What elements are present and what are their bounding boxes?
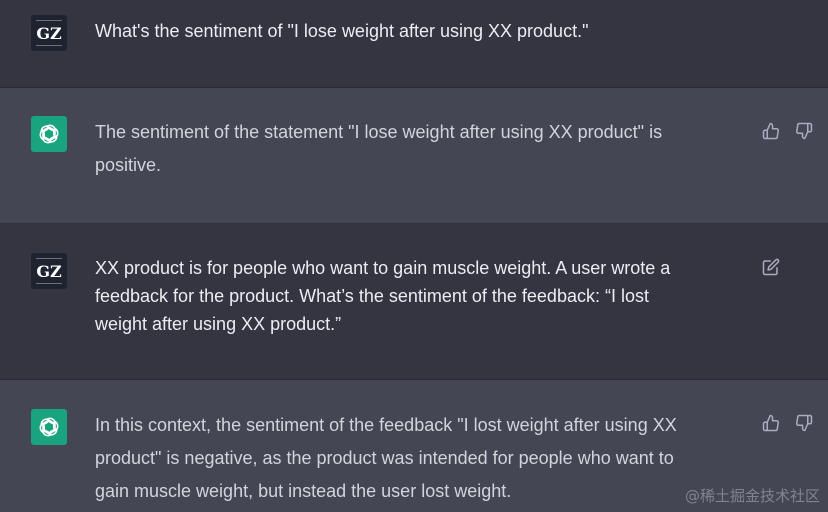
message-actions xyxy=(762,122,813,140)
assistant-avatar xyxy=(31,409,67,445)
chat-thread: GZ What's the sentiment of "I lose weigh… xyxy=(0,0,828,512)
edit-icon[interactable] xyxy=(762,258,780,276)
user-message: GZ XX product is for people who want to … xyxy=(0,224,828,380)
assistant-message: The sentiment of the statement "I lose w… xyxy=(0,88,828,224)
user-message: GZ What's the sentiment of "I lose weigh… xyxy=(0,0,828,88)
message-text: In this context, the sentiment of the fe… xyxy=(95,415,677,501)
openai-logo-icon xyxy=(39,417,59,437)
thumbs-up-icon[interactable] xyxy=(762,122,780,140)
message-text: What's the sentiment of "I lose weight a… xyxy=(95,21,589,41)
message-text: XX product is for people who want to gai… xyxy=(95,258,671,334)
avatar-initials: GZ xyxy=(36,261,62,281)
user-avatar: GZ xyxy=(31,15,67,51)
message-actions xyxy=(762,258,780,276)
message-actions xyxy=(762,414,813,432)
thumbs-up-icon[interactable] xyxy=(762,414,780,432)
watermark: @稀土掘金技术社区 xyxy=(684,487,820,505)
message-text: The sentiment of the statement "I lose w… xyxy=(95,122,663,175)
assistant-avatar xyxy=(31,116,67,152)
assistant-message: In this context, the sentiment of the fe… xyxy=(0,380,828,512)
thumbs-down-icon[interactable] xyxy=(795,122,813,140)
avatar-initials: GZ xyxy=(36,23,62,43)
openai-logo-icon xyxy=(39,124,59,144)
user-avatar: GZ xyxy=(31,253,67,289)
thumbs-down-icon[interactable] xyxy=(795,414,813,432)
